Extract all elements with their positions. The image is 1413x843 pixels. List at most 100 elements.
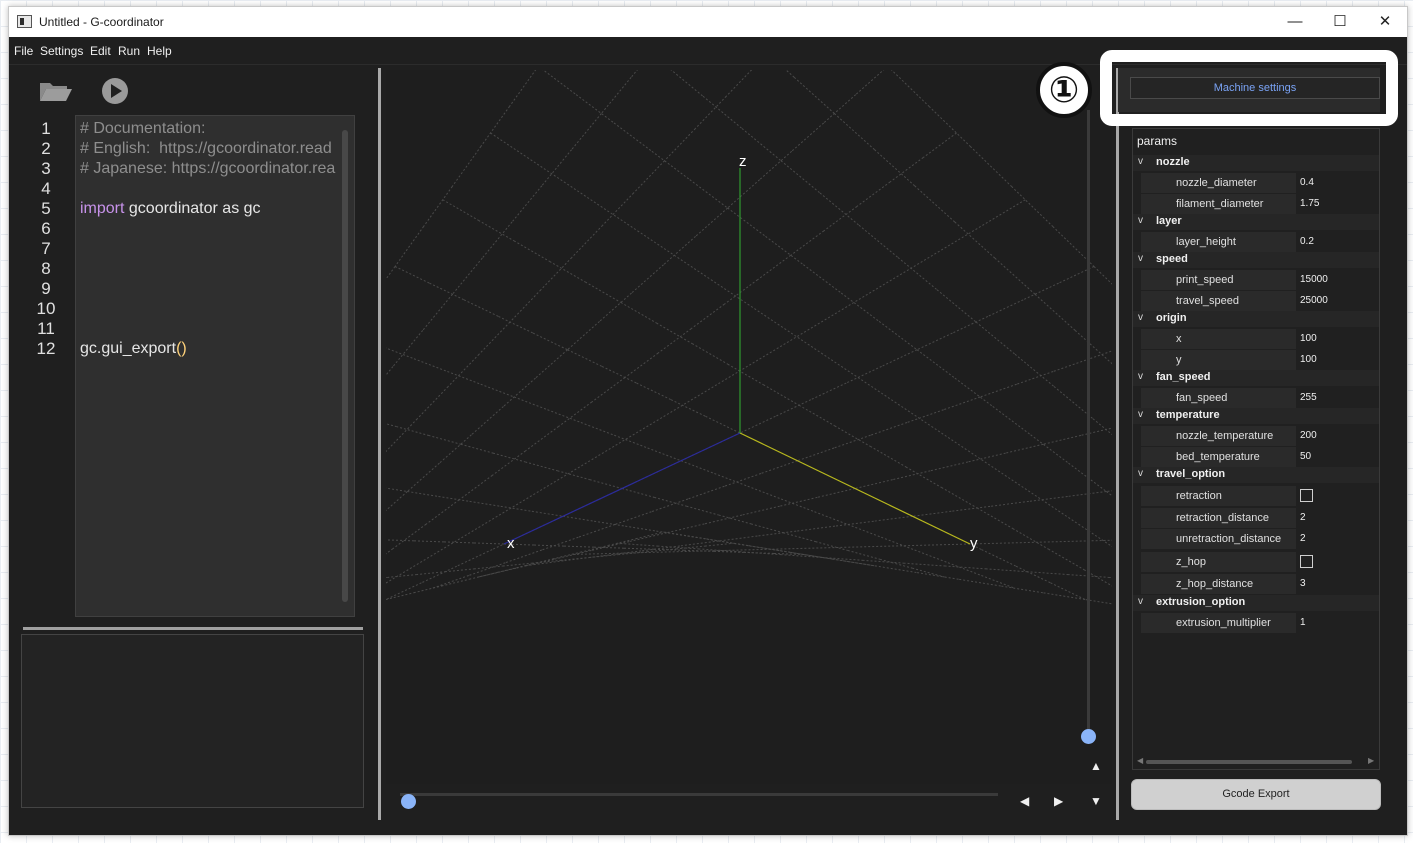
param-value[interactable]: 2: [1300, 512, 1306, 523]
group-label: extrusion_option: [1156, 596, 1246, 608]
tree-row-nozzle-temperature[interactable]: nozzle_temperature 200: [1133, 426, 1379, 446]
right-splitter[interactable]: [1116, 68, 1119, 820]
scrollbar-thumb[interactable]: [1146, 760, 1352, 764]
step-forward-button[interactable]: ▶: [1054, 795, 1063, 807]
tree-group-fan-speed[interactable]: v fan_speed: [1133, 370, 1379, 386]
grid-line: [878, 320, 918, 351]
param-label: filament_diameter: [1176, 198, 1264, 210]
chevron-down-icon[interactable]: v: [1138, 253, 1143, 264]
param-value[interactable]: 25000: [1300, 295, 1328, 306]
path-slider-track[interactable]: [400, 793, 998, 796]
param-value[interactable]: 3: [1300, 578, 1306, 589]
tree-row-z-hop-distance[interactable]: z_hop_distance 3: [1133, 574, 1379, 594]
grid-line: [763, 384, 800, 406]
tree-row-z-hop[interactable]: z_hop: [1133, 552, 1379, 572]
tree-row-origin-x[interactable]: x 100: [1133, 329, 1379, 349]
chevron-down-icon[interactable]: v: [1138, 215, 1143, 226]
chevron-down-icon[interactable]: v: [1138, 596, 1143, 607]
tree-row-travel-speed[interactable]: travel_speed 25000: [1133, 291, 1379, 311]
tree-row-unretraction-distance[interactable]: unretraction_distance 2: [1133, 529, 1379, 549]
tree-row-print-speed[interactable]: print_speed 15000: [1133, 270, 1379, 290]
param-value[interactable]: 100: [1300, 354, 1317, 365]
tree-row-retraction[interactable]: retraction: [1133, 486, 1379, 506]
scroll-right-icon[interactable]: ▶: [1368, 756, 1374, 765]
param-value[interactable]: 255: [1300, 392, 1317, 403]
3d-viewport[interactable]: x y z: [386, 70, 1112, 784]
minimize-button[interactable]: —: [1272, 7, 1318, 37]
grid-line: [1074, 330, 1112, 365]
editor-scrollbar[interactable]: [342, 130, 348, 602]
param-value[interactable]: 0.4: [1300, 177, 1314, 188]
grid-line: [480, 383, 515, 398]
grid-line: [823, 205, 858, 232]
chevron-down-icon[interactable]: v: [1138, 371, 1143, 382]
grid-line: [1028, 495, 1068, 502]
chevron-down-icon[interactable]: v: [1138, 409, 1143, 420]
tree-group-extrusion-option[interactable]: v extrusion_option: [1133, 595, 1379, 611]
tree-row-extrusion-multiplier[interactable]: extrusion_multiplier 1: [1133, 613, 1379, 633]
tree-row-layer-height[interactable]: layer_height 0.2: [1133, 232, 1379, 252]
console-output[interactable]: [21, 634, 364, 808]
grid-line: [833, 434, 871, 449]
play-icon[interactable]: [101, 77, 129, 105]
menu-edit[interactable]: Edit: [90, 44, 111, 58]
tree-row-filament-diameter[interactable]: filament_diameter 1.75: [1133, 194, 1379, 214]
grid-line: [500, 505, 532, 512]
close-button[interactable]: ✕: [1362, 7, 1407, 37]
console-splitter[interactable]: [23, 627, 363, 630]
tree-horizontal-scrollbar[interactable]: ◀ ▶: [1134, 756, 1378, 767]
layer-slider-track[interactable]: [1087, 110, 1090, 730]
grid-line: [775, 399, 812, 417]
tree-group-speed[interactable]: v speed: [1133, 252, 1379, 268]
param-value[interactable]: 100: [1300, 333, 1317, 344]
tree-row-retraction-distance[interactable]: retraction_distance 2: [1133, 508, 1379, 528]
left-splitter[interactable]: [378, 68, 381, 820]
menu-help[interactable]: Help: [147, 44, 172, 58]
chevron-down-icon[interactable]: v: [1138, 468, 1143, 479]
z-hop-checkbox[interactable]: [1300, 555, 1313, 568]
retraction-checkbox[interactable]: [1300, 489, 1313, 502]
param-label: z_hop: [1176, 556, 1206, 568]
layer-down-button[interactable]: ▼: [1090, 795, 1102, 807]
param-value[interactable]: 15000: [1300, 274, 1328, 285]
gcode-export-button[interactable]: Gcode Export: [1131, 779, 1381, 810]
param-value[interactable]: 2: [1300, 533, 1306, 544]
tree-row-nozzle-diameter[interactable]: nozzle_diameter 0.4: [1133, 173, 1379, 193]
param-value[interactable]: 200: [1300, 430, 1317, 441]
tree-group-layer[interactable]: v layer: [1133, 214, 1379, 230]
tree-group-temperature[interactable]: v temperature: [1133, 408, 1379, 424]
menu-file[interactable]: File: [14, 44, 33, 58]
menu-run[interactable]: Run: [118, 44, 140, 58]
param-value[interactable]: 0.2: [1300, 236, 1314, 247]
menu-settings[interactable]: Settings: [40, 44, 83, 58]
params-tree[interactable]: params v nozzle nozzle_diameter 0.4 filame…: [1132, 128, 1380, 770]
path-slider-handle[interactable]: [401, 794, 416, 809]
folder-icon[interactable]: [38, 79, 74, 103]
grid-line: [780, 498, 815, 513]
layer-up-button[interactable]: ▲: [1090, 760, 1102, 772]
grid-line: [1093, 266, 1112, 285]
grid-line: [396, 426, 429, 436]
maximize-button[interactable]: ☐: [1317, 7, 1363, 37]
param-value[interactable]: 50: [1300, 451, 1311, 462]
step-back-button[interactable]: ◀: [1020, 795, 1029, 807]
scroll-left-icon[interactable]: ◀: [1137, 756, 1143, 765]
tree-row-bed-temperature[interactable]: bed_temperature 50: [1133, 447, 1379, 467]
tree-group-nozzle[interactable]: v nozzle: [1133, 155, 1379, 171]
grid-line: [1004, 474, 1043, 501]
param-value[interactable]: 1.75: [1300, 198, 1319, 209]
tree-group-travel-option[interactable]: v travel_option: [1133, 467, 1379, 483]
chevron-down-icon[interactable]: v: [1138, 156, 1143, 167]
chevron-down-icon[interactable]: v: [1138, 312, 1143, 323]
code-text[interactable]: # Documentation: # English: https://gcoo…: [80, 119, 344, 359]
tree-group-origin[interactable]: v origin: [1133, 311, 1379, 327]
param-value[interactable]: 1: [1300, 617, 1306, 628]
grid-line: [725, 70, 753, 97]
layer-slider-handle[interactable]: [1081, 729, 1096, 744]
grid-line: [413, 540, 445, 543]
grid-line: [540, 257, 573, 291]
grid-line: [438, 495, 470, 502]
tree-row-origin-y[interactable]: y 100: [1133, 350, 1379, 370]
tree-row-fan-speed[interactable]: fan_speed 255: [1133, 388, 1379, 408]
grid-line: [570, 552, 611, 555]
